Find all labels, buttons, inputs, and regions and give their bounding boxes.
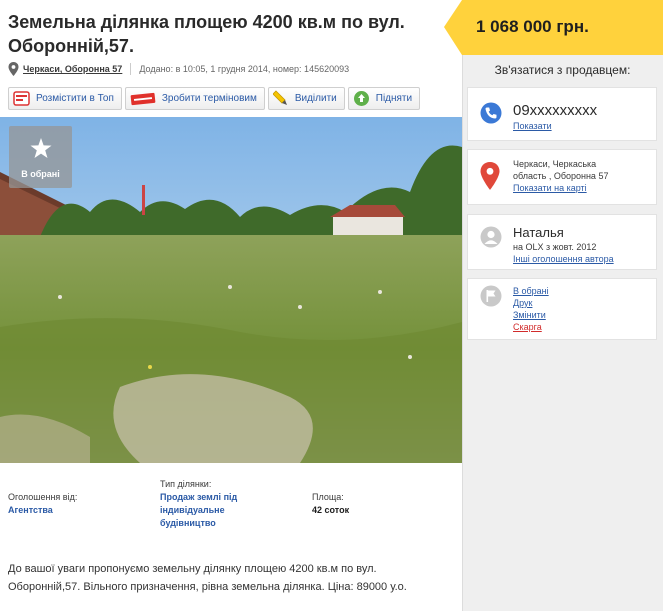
description-line-2: Оборонній,57. Вільного призначення, рівн…	[8, 581, 407, 593]
listing-title: Земельна ділянка площею 4200 кв.м по вул…	[8, 10, 448, 58]
plot-type-label: Тип ділянки:	[160, 479, 212, 489]
contact-seller-title: Зв'язатися з продавцем:	[494, 63, 631, 77]
plot-type: Тип ділянки: Продаж землі під індивідуал…	[160, 478, 237, 530]
favorites-label: В обрані	[21, 169, 60, 179]
user-since: на OLX з жовт. 2012	[513, 242, 597, 252]
meta-divider	[130, 63, 132, 75]
listing-main: Земельна ділянка площею 4200 кв.м по вул…	[0, 0, 462, 611]
plot-type-value-line-2: індивідуальне	[160, 505, 225, 515]
tool-favorites-link[interactable]: В обрані	[513, 285, 549, 297]
price-value: 1 068 000 грн.	[476, 17, 589, 36]
tool-print-link[interactable]: Друк	[513, 297, 549, 309]
plot-type-value[interactable]: Продаж землі під індивідуальне будівницт…	[160, 491, 237, 530]
promo-actions: Розмістити в Топ Зробити терміновим Виді…	[8, 87, 421, 110]
listing-title-line-1: Земельна ділянка площею 4200 кв.м по вул…	[8, 12, 405, 32]
address-card: Черкаси, Черкаська область , Оборонна 57…	[467, 149, 657, 205]
raise-button[interactable]: Підняти	[347, 87, 421, 110]
highlight-button[interactable]: Виділити	[267, 87, 345, 110]
offer-from-value[interactable]: Агентства	[8, 504, 77, 517]
make-urgent-label: Зробити терміновим	[161, 93, 257, 104]
urgent-icon	[130, 92, 156, 105]
map-pin-icon	[480, 162, 500, 190]
phone-card: 09xxxxxxxxx Показати	[467, 87, 657, 141]
phone-number: 09xxxxxxxxx	[513, 102, 598, 119]
flag-icon	[480, 285, 502, 307]
tool-report-link[interactable]: Скарга	[513, 321, 549, 333]
highlight-label: Виділити	[294, 93, 337, 104]
plot-type-value-line-3: будівництво	[160, 518, 216, 528]
location-pin-icon	[8, 62, 19, 76]
area-value: 42 соток	[312, 505, 350, 515]
address-block: Черкаси, Черкаська область , Оборонна 57…	[513, 158, 608, 194]
user-name: Наталья	[513, 225, 564, 240]
area: Площа: 42 соток	[312, 491, 349, 517]
phone-icon	[480, 102, 502, 124]
other-ads-link[interactable]: Інші оголошення автора	[513, 253, 614, 265]
raise-label: Підняти	[375, 93, 413, 104]
show-phone-link[interactable]: Показати	[513, 120, 597, 132]
add-to-favorites-button[interactable]: В обрані	[9, 126, 72, 188]
promote-top-label: Розмістити в Топ	[36, 93, 114, 104]
location-link[interactable]: Черкаси, Оборонна 57	[23, 64, 122, 74]
user-block: Наталья на OLX з жовт. 2012 Інші оголоше…	[513, 225, 614, 265]
user-card: Наталья на OLX з жовт. 2012 Інші оголоше…	[467, 214, 657, 270]
offer-from: Оголошення від: Агентства	[8, 491, 77, 517]
area-label: Площа:	[312, 492, 344, 502]
listing-description: До вашої уваги пропонуємо земельну ділян…	[8, 560, 448, 596]
price-tag: 1 068 000 грн.	[444, 0, 663, 55]
tool-edit-link[interactable]: Змінити	[513, 309, 549, 321]
ad-icon	[13, 91, 30, 106]
make-urgent-button[interactable]: Зробити терміновим	[124, 87, 265, 110]
address-line-1: Черкаси, Черкаська	[513, 159, 597, 169]
phone-block: 09xxxxxxxxx Показати	[513, 102, 597, 132]
promote-top-button[interactable]: Розмістити в Топ	[8, 87, 122, 110]
user-avatar-icon	[480, 226, 502, 248]
offer-from-label: Оголошення від:	[8, 492, 78, 502]
description-line-1: До вашої уваги пропонуємо земельну ділян…	[8, 563, 377, 575]
plot-type-value-line-1: Продаж землі під	[160, 492, 238, 502]
address-line-2: область , Оборонна 57	[513, 171, 609, 181]
highlight-pen-icon	[272, 90, 287, 105]
star-icon	[30, 138, 51, 158]
listing-meta: Черкаси, Оборонна 57 Додано: в 10:05, 1 …	[8, 61, 349, 77]
tools-block: В обрані Друк Змінити Скарга	[513, 285, 549, 333]
raise-icon	[353, 91, 369, 106]
listing-title-line-2: Оборонній,57.	[8, 36, 134, 56]
added-info: Додано: в 10:05, 1 грудня 2014, номер: 1…	[139, 64, 350, 74]
show-on-map-link[interactable]: Показати на карті	[513, 182, 608, 194]
tools-card: В обрані Друк Змінити Скарга	[467, 278, 657, 340]
